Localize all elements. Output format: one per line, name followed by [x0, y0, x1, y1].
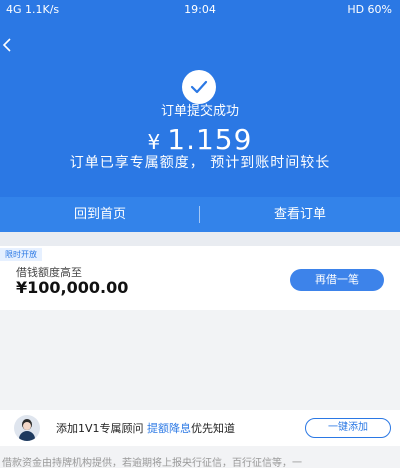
check-icon [182, 70, 216, 104]
disclaimer: 借款资金由持牌机构提供，若逾期将上报央行征信，百行征信等，一 [2, 458, 302, 468]
borrow-again-button[interactable]: 再借一笔 [290, 269, 384, 291]
avatar [14, 415, 40, 441]
clock: 19:04 [184, 3, 216, 16]
advisor-banner[interactable]: 添加1V1专属顾问 提额降息优先知道 一键添加 [0, 410, 400, 446]
add-advisor-button[interactable]: 一键添加 [305, 418, 391, 438]
arrival-hint: 订单已享专属额度， 预计到账时间较长 [69, 155, 331, 171]
limited-time-badge: 限时开放 [0, 248, 42, 261]
chevron-left-icon[interactable] [2, 34, 18, 58]
limit-amount: ¥100,000.00 [16, 278, 129, 297]
advisor-text-prefix: 添加1V1专属顾问 [56, 422, 148, 435]
home-button[interactable]: 回到首页 [0, 197, 200, 232]
order-success-header: 订单提交成功 ¥1.159 订单已享专属额度， 预计到账时间较长 [0, 20, 400, 197]
currency-symbol: ¥ [147, 130, 162, 154]
status-title: 订单提交成功 [160, 104, 239, 119]
empty-area [0, 310, 400, 410]
action-bar: 回到首页 查看订单 [0, 197, 400, 232]
limit-card: 限时开放 借钱额度高至 ¥100,000.00 再借一笔 [0, 246, 400, 310]
section-gap [0, 232, 400, 246]
advisor-text-suffix: 优先知道 [191, 422, 236, 435]
view-order-button[interactable]: 查看订单 [200, 197, 400, 232]
advisor-text: 添加1V1专属顾问 提额降息优先知道 [56, 420, 235, 436]
battery-status: HD 60% [347, 3, 392, 16]
status-bar: 4G 1.1K/s 19:04 HD 60% [0, 0, 400, 20]
advisor-text-highlight: 提额降息 [147, 422, 192, 435]
